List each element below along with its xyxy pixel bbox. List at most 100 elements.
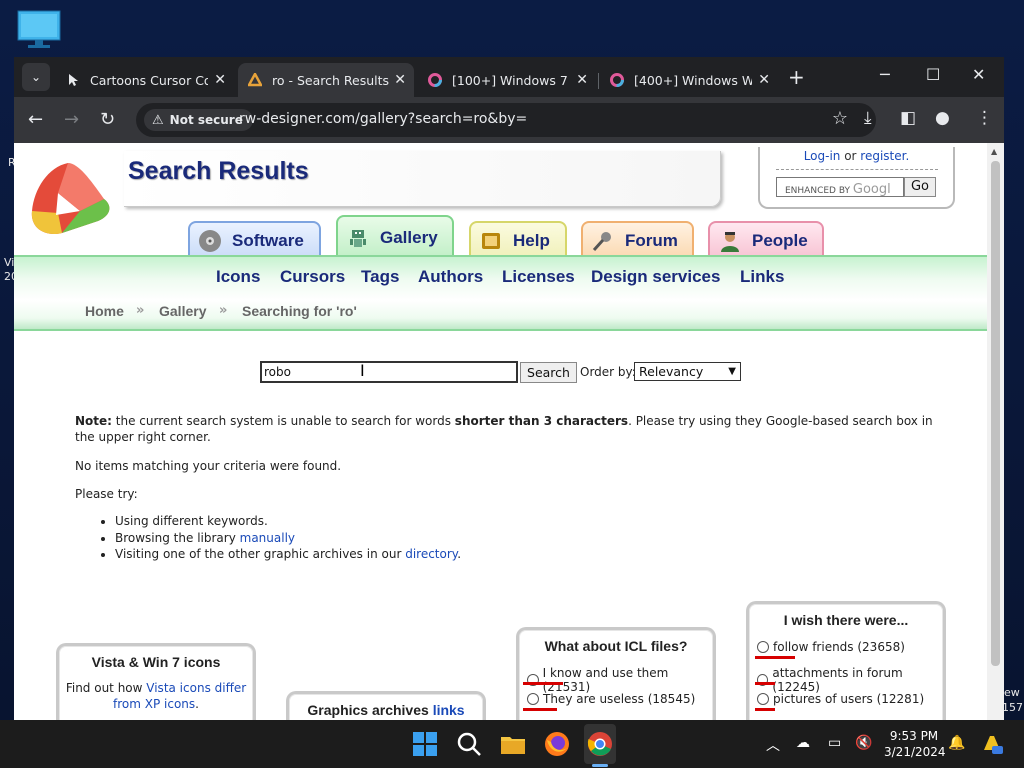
nav-tab-software[interactable]: Software bbox=[188, 221, 321, 259]
breadcrumb-separator: » bbox=[219, 303, 228, 318]
page-title: Search Results bbox=[128, 157, 309, 185]
volume-muted-icon[interactable]: 🔇 bbox=[855, 735, 872, 751]
highlight-underline bbox=[523, 682, 563, 685]
breadcrumb-home[interactable]: Home bbox=[85, 303, 124, 319]
close-tab-icon[interactable]: ✕ bbox=[214, 72, 226, 88]
security-chip[interactable]: ⚠ Not secure bbox=[144, 109, 253, 131]
login-link[interactable]: Log-in bbox=[804, 149, 841, 163]
reload-icon[interactable]: ↻ bbox=[100, 109, 115, 130]
highlight-underline bbox=[755, 656, 795, 659]
file-explorer-icon[interactable] bbox=[499, 730, 527, 758]
menu-cursors[interactable]: Cursors bbox=[280, 267, 345, 287]
search-input[interactable]: robo bbox=[260, 361, 518, 383]
taskbar: ︿ ☁ ▭ 🔇 9:53 PM 3/21/2024 🔔 bbox=[0, 720, 1024, 768]
poll-option[interactable]: I know and use them (21531) bbox=[527, 666, 713, 694]
minimize-icon[interactable]: ─ bbox=[880, 65, 890, 84]
panel-title: What about ICL files? bbox=[544, 638, 688, 654]
no-items-message: No items matching your criteria were fou… bbox=[75, 459, 342, 473]
close-tab-icon[interactable]: ✕ bbox=[394, 72, 406, 88]
note-label: Note: bbox=[75, 414, 112, 428]
directory-link[interactable]: directory bbox=[405, 547, 457, 561]
radio-button[interactable] bbox=[757, 693, 769, 705]
active-indicator bbox=[592, 764, 608, 767]
clock-date: 3/21/2024 bbox=[884, 745, 946, 759]
forward-arrow-icon[interactable]: → bbox=[64, 109, 79, 130]
poll-option[interactable]: They are useless (18545) bbox=[527, 692, 695, 706]
note-emphasis: shorter than 3 characters bbox=[454, 414, 629, 428]
close-window-icon[interactable]: ✕ bbox=[972, 65, 985, 84]
more-menu-icon[interactable]: ⋮ bbox=[976, 108, 993, 128]
tab-cartoons-cursor[interactable]: Cartoons Cursor Coll ✕ bbox=[56, 63, 234, 97]
breadcrumb-gallery[interactable]: Gallery bbox=[159, 303, 206, 319]
highlight-underline bbox=[523, 708, 557, 711]
page-scrollbar[interactable]: ▲ bbox=[987, 143, 1004, 720]
menu-licenses[interactable]: Licenses bbox=[502, 267, 575, 287]
notification-bell-icon[interactable]: 🔔 bbox=[948, 735, 965, 751]
poll-option[interactable]: pictures of users (12281) bbox=[757, 692, 924, 706]
profile-icon[interactable]: ● bbox=[935, 108, 950, 128]
firefox-icon[interactable] bbox=[543, 730, 571, 758]
login-line: Log-in or register. bbox=[760, 149, 953, 163]
menu-design-services[interactable]: Design services bbox=[591, 267, 720, 287]
cloud-offline-icon[interactable]: ☁ bbox=[796, 735, 810, 751]
url-text[interactable]: rw-designer.com/gallery?search=ro&by= bbox=[239, 111, 527, 127]
breadcrumb-current: Searching for 'ro' bbox=[242, 303, 357, 319]
close-tab-icon[interactable]: ✕ bbox=[758, 72, 770, 88]
go-button[interactable]: Go bbox=[904, 177, 936, 197]
bookmark-star-icon[interactable]: ☆ bbox=[832, 108, 848, 129]
manually-link[interactable]: manually bbox=[240, 531, 295, 545]
panel-text-part: . bbox=[195, 697, 199, 711]
google-wordmark: Googl bbox=[852, 182, 891, 197]
address-bar[interactable]: ⚠ Not secure rw-designer.com/gallery?sea… bbox=[136, 103, 876, 137]
search-button[interactable]: Search bbox=[520, 362, 577, 383]
poll-option[interactable]: attachments in forum (12245) bbox=[757, 666, 943, 694]
network-icon[interactable]: ▭ bbox=[828, 735, 841, 751]
nav-tab-gallery[interactable]: Gallery bbox=[336, 215, 454, 259]
text-cursor-icon: I bbox=[360, 361, 365, 380]
new-tab-button[interactable]: + bbox=[788, 65, 805, 89]
maximize-icon[interactable]: ☐ bbox=[926, 65, 940, 84]
nav-tab-people[interactable]: People bbox=[708, 221, 824, 259]
scroll-up-icon[interactable]: ▲ bbox=[991, 147, 997, 156]
search-icon[interactable] bbox=[455, 730, 483, 758]
copilot-icon[interactable] bbox=[980, 732, 1004, 756]
back-arrow-icon[interactable]: ← bbox=[28, 109, 43, 130]
chrome-icon[interactable] bbox=[586, 730, 614, 758]
menu-links[interactable]: Links bbox=[740, 267, 784, 287]
chevron-up-icon[interactable]: ︿ bbox=[766, 735, 780, 755]
poll-option-label: attachments in forum (12245) bbox=[772, 666, 903, 694]
nav-tab-label: Help bbox=[513, 231, 550, 250]
clock-time: 9:53 PM bbox=[889, 729, 939, 743]
tab-windows-wallpapers[interactable]: [400+] Windows Wal ✕ bbox=[600, 63, 778, 97]
tab-windows-7-wallpapers[interactable]: [100+] Windows 7 W ✕ bbox=[418, 63, 596, 97]
system-clock[interactable]: 9:53 PM 3/21/2024 bbox=[884, 728, 946, 760]
tab-strip: ⌄ Cartoons Cursor Coll ✕ ro - Search Res… bbox=[14, 57, 1004, 97]
poll-option-label: follow friends (23658) bbox=[773, 640, 905, 654]
close-tab-icon[interactable]: ✕ bbox=[576, 72, 588, 88]
panel-title: Vista & Win 7 icons bbox=[91, 654, 221, 670]
register-link[interactable]: register. bbox=[860, 149, 909, 163]
nav-tab-help[interactable]: Help bbox=[469, 221, 567, 259]
nav-tab-forum[interactable]: Forum bbox=[581, 221, 694, 259]
rw-designer-logo[interactable] bbox=[28, 159, 112, 239]
menu-authors[interactable]: Authors bbox=[418, 267, 483, 287]
side-panel-icon[interactable]: ◧ bbox=[900, 108, 916, 128]
menu-icons[interactable]: Icons bbox=[216, 267, 260, 287]
poll-option[interactable]: follow friends (23658) bbox=[757, 640, 905, 654]
desktop-icon-label-fragment: ew bbox=[1004, 686, 1020, 699]
highlight-underline bbox=[755, 708, 775, 711]
order-by-select[interactable]: Relevancy ▼ bbox=[634, 362, 741, 381]
tab-search-button[interactable]: ⌄ bbox=[22, 63, 50, 91]
radio-button[interactable] bbox=[757, 641, 769, 653]
scroll-thumb[interactable] bbox=[991, 161, 1000, 666]
menu-tags[interactable]: Tags bbox=[361, 267, 399, 287]
tab-search-results[interactable]: ro - Search Results ✕ bbox=[238, 63, 414, 97]
download-icon[interactable]: ⤓ bbox=[864, 108, 872, 128]
this-pc-icon[interactable] bbox=[16, 10, 62, 50]
radio-button[interactable] bbox=[527, 693, 539, 705]
google-search-input[interactable]: ENHANCED BY Googl bbox=[776, 177, 904, 197]
tab-title: ro - Search Results bbox=[272, 72, 390, 88]
archives-links-link[interactable]: links bbox=[433, 702, 465, 718]
person-icon bbox=[721, 232, 739, 252]
windows-start-icon[interactable] bbox=[411, 730, 439, 758]
